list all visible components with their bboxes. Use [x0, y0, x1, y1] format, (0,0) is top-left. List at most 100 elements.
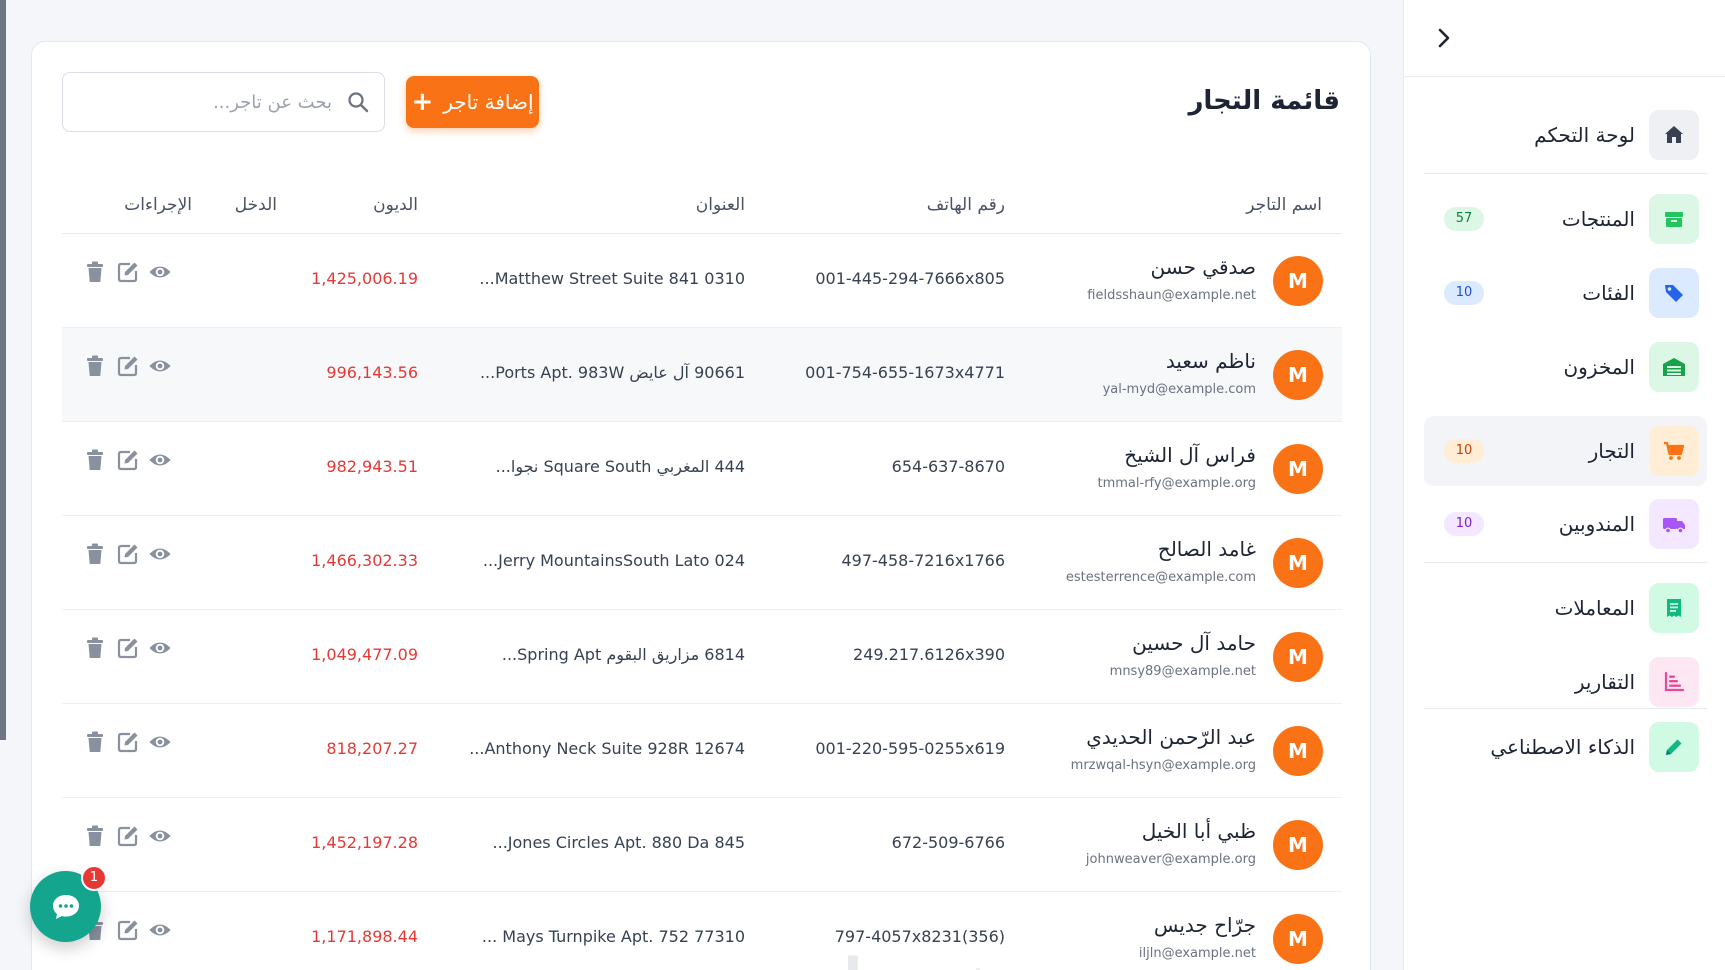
sidebar-item-tag[interactable]: الفئات 10	[1424, 258, 1707, 328]
sidebar-toggle-button[interactable]	[1426, 20, 1462, 56]
row-actions	[84, 824, 174, 848]
truck-icon	[1649, 499, 1699, 549]
page-title: قائمة التجار	[1188, 86, 1340, 116]
merchant-email: tmmal-rfy@example.org	[1097, 476, 1257, 491]
merchant-debt: 1,466,302.33	[311, 551, 418, 570]
view-icon[interactable]	[148, 730, 172, 754]
merchants-table: اسم التاجر رقم الهاتف العنوان الديون الد…	[62, 177, 1342, 970]
column-header-address[interactable]: العنوان	[696, 177, 745, 234]
sidebar-item-label: المندوبين	[1558, 512, 1635, 536]
sidebar-item-label: لوحة التحكم	[1534, 123, 1635, 147]
avatar: M	[1273, 256, 1323, 306]
sidebar-item-count-badge: 10	[1444, 512, 1484, 536]
sidebar-item-home[interactable]: لوحة التحكم	[1424, 100, 1707, 170]
column-header-phone[interactable]: رقم الهاتف	[927, 177, 1005, 234]
edit-icon[interactable]	[116, 636, 140, 660]
view-icon[interactable]	[148, 918, 172, 942]
merchant-phone: 654-637-8670	[891, 457, 1005, 476]
edit-icon[interactable]	[116, 824, 140, 848]
edit-icon[interactable]	[116, 260, 140, 284]
view-icon[interactable]	[148, 542, 172, 566]
sidebar-item-cart[interactable]: التجار 10	[1424, 416, 1707, 486]
view-icon[interactable]	[148, 824, 172, 848]
sidebar-divider	[1424, 173, 1707, 174]
table-row[interactable]: M غامد الصالح estesterrence@example.com 497…	[62, 516, 1342, 610]
search-box[interactable]	[62, 72, 385, 132]
sidebar-divider	[1424, 562, 1707, 563]
merchant-address: 024 Jerry MountainsSouth Lato...	[482, 551, 745, 570]
table-row[interactable]: M صدقي حسن fieldsshaun@example.net 001-445-…	[62, 234, 1342, 328]
sidebar-item-box[interactable]: المنتجات 57	[1424, 184, 1707, 254]
delete-icon[interactable]	[84, 542, 108, 566]
merchant-email: mrzwqal-hsyn@example.org	[1070, 758, 1256, 773]
sidebar: لوحة التحكم المنتجات 57 الفئات 10 المخزون التج…	[1403, 0, 1725, 970]
sidebar-item-label: الذكاء الاصطناعي	[1490, 735, 1635, 759]
sidebar-item-label: التجار	[1588, 439, 1635, 463]
column-header-debt[interactable]: الديون	[373, 177, 418, 234]
merchant-phone: 001-754-655-1673x4771	[805, 363, 1005, 382]
edit-icon[interactable]	[116, 918, 140, 942]
merchant-name: غامد الصالح	[1157, 537, 1256, 561]
edit-icon[interactable]	[116, 542, 140, 566]
search-icon[interactable]	[346, 90, 370, 114]
view-icon[interactable]	[148, 260, 172, 284]
merchant-debt: 1,425,006.19	[311, 269, 418, 288]
sidebar-item-receipt[interactable]: المعاملات	[1424, 573, 1707, 643]
edit-icon[interactable]	[116, 730, 140, 754]
merchant-email: yal-myd@example.com	[1102, 382, 1256, 397]
delete-icon[interactable]	[84, 260, 108, 284]
view-icon[interactable]	[148, 448, 172, 472]
plus-icon: +	[411, 87, 434, 117]
column-header-name[interactable]: اسم التاجر	[1246, 177, 1322, 234]
app-root: قائمة التجار إضافة تاجر + اسم التاجر رقم…	[0, 0, 1725, 970]
sidebar-item-label: المنتجات	[1561, 207, 1635, 231]
delete-icon[interactable]	[84, 824, 108, 848]
merchant-name: فراس آل الشيخ	[1124, 443, 1256, 467]
delete-icon[interactable]	[84, 448, 108, 472]
merchant-name: حامد آل حسين	[1132, 631, 1256, 655]
chat-bubble-icon	[52, 894, 79, 919]
home-icon	[1649, 110, 1699, 160]
table-row[interactable]: M جرّاح جديس iljln@example.net 797-4057x823…	[62, 892, 1342, 970]
delete-icon[interactable]	[84, 636, 108, 660]
sidebar-item-label: الفئات	[1582, 281, 1635, 305]
merchant-debt: 818,207.27	[326, 739, 418, 758]
sidebar-item-warehouse[interactable]: المخزون	[1424, 332, 1707, 402]
sidebar-item-chart[interactable]: التقارير	[1424, 647, 1707, 717]
merchant-phone: 497-458-7216x1766	[841, 551, 1005, 570]
table-row[interactable]: M حامد آل حسين mnsy89@example.net 249.217.6…	[62, 610, 1342, 704]
merchant-email: mnsy89@example.net	[1109, 664, 1256, 679]
edit-icon[interactable]	[116, 448, 140, 472]
avatar: M	[1273, 726, 1323, 776]
column-header-income[interactable]: الدخل	[235, 177, 277, 234]
merchant-debt: 1,452,197.28	[311, 833, 418, 852]
table-row[interactable]: M ظبي أبا الخيل johnweaver@example.org 672-…	[62, 798, 1342, 892]
delete-icon[interactable]	[84, 730, 108, 754]
view-icon[interactable]	[148, 354, 172, 378]
merchant-phone: 249.217.6126x390	[853, 645, 1005, 664]
chart-icon	[1649, 657, 1699, 707]
sidebar-item-pen[interactable]: الذكاء الاصطناعي	[1424, 712, 1707, 782]
delete-icon[interactable]	[84, 354, 108, 378]
warehouse-icon	[1649, 342, 1699, 392]
merchant-name: ظبي أبا الخيل	[1141, 819, 1256, 843]
merchant-debt: 1,049,477.09	[311, 645, 418, 664]
sidebar-item-count-badge: 10	[1444, 281, 1484, 305]
tag-icon	[1649, 268, 1699, 318]
table-row[interactable]: M عبد الرّحمن الحديدي mrzwqal-hsyn@example…	[62, 704, 1342, 798]
search-input[interactable]	[84, 83, 334, 121]
sidebar-item-label: التقارير	[1574, 670, 1635, 694]
chat-notification-badge: 1	[81, 865, 107, 891]
edit-icon[interactable]	[116, 354, 140, 378]
add-merchant-button[interactable]: إضافة تاجر +	[406, 76, 539, 128]
table-row[interactable]: M ناظم سعيد yal-myd@example.com 001-754-655…	[62, 328, 1342, 422]
merchant-email: fieldsshaun@example.net	[1087, 288, 1256, 303]
merchant-address: 12674 Anthony Neck Suite 928R...	[469, 739, 745, 758]
merchant-email: estesterrence@example.com	[1065, 570, 1256, 585]
view-icon[interactable]	[148, 636, 172, 660]
sidebar-item-truck[interactable]: المندوبين 10	[1424, 489, 1707, 559]
merchant-email: johnweaver@example.org	[1085, 852, 1256, 867]
avatar: M	[1273, 444, 1323, 494]
table-row[interactable]: M فراس آل الشيخ tmmal-rfy@example.org 654-6…	[62, 422, 1342, 516]
sidebar-divider	[1404, 76, 1725, 77]
